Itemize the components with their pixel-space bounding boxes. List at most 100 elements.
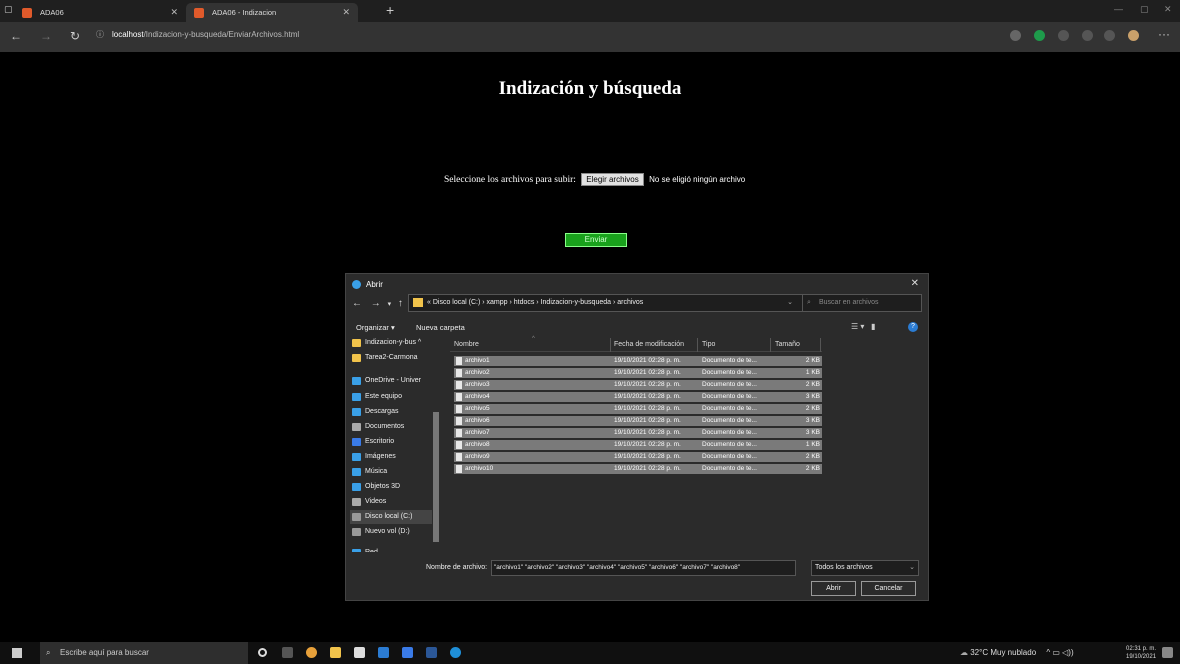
nav-item[interactable]: Documentos	[350, 420, 438, 434]
weather-icon[interactable]: ☁	[960, 648, 968, 657]
new-folder-button[interactable]: Nueva carpeta	[416, 323, 465, 332]
notifications-icon[interactable]	[1162, 647, 1173, 658]
chevron-down-icon: ⌄	[909, 564, 915, 571]
tab-ada06[interactable]: ADA06 ✕	[14, 3, 186, 22]
breadcrumb[interactable]: « Disco local (C:) › xampp › htdocs › In…	[408, 294, 816, 312]
nav-scrollbar[interactable]	[432, 336, 440, 552]
filetype-select[interactable]: Todos los archivos ⌄	[811, 560, 919, 576]
windows-start-icon[interactable]	[12, 648, 22, 658]
column-divider[interactable]	[820, 338, 821, 352]
cortana-icon[interactable]	[258, 648, 267, 657]
file-row[interactable]: archivo1 19/10/2021 02:28 p. m. Documento …	[454, 356, 822, 366]
nav-item-label: Videos	[365, 498, 387, 505]
refresh-icon[interactable]: ↻	[70, 29, 80, 43]
extension-icon[interactable]	[1034, 30, 1045, 41]
nav-item[interactable]: Videos	[350, 495, 438, 509]
tab-close-icon[interactable]: ✕	[342, 3, 350, 22]
file-type: Documento de te...	[702, 369, 757, 376]
column-divider[interactable]	[697, 338, 698, 352]
dialog-close-icon[interactable]: ✕	[911, 278, 919, 289]
nav-item[interactable]: Indizacion-y-bus ^	[350, 336, 438, 350]
new-tab-icon[interactable]: +	[360, 1, 394, 20]
no-file-text: No se eligió ningún archivo	[649, 175, 746, 184]
file-row[interactable]: archivo3 19/10/2021 02:28 p. m. Documento …	[454, 380, 822, 390]
nav-item[interactable]: Este equipo	[350, 390, 438, 404]
file-row[interactable]: archivo8 19/10/2021 02:28 p. m. Documento …	[454, 440, 822, 450]
avatar[interactable]	[1128, 30, 1139, 41]
mail-icon[interactable]	[402, 647, 413, 658]
up-icon[interactable]: ↑	[398, 298, 403, 309]
folder-icon	[413, 298, 423, 307]
chrome-icon[interactable]	[306, 647, 317, 658]
pictures-icon	[352, 453, 361, 461]
file-row[interactable]: archivo6 19/10/2021 02:28 p. m. Documento …	[454, 416, 822, 426]
back-icon[interactable]: ←	[352, 298, 362, 309]
scrollbar-thumb[interactable]	[433, 412, 439, 542]
tab-actions-icon[interactable]: ▢	[4, 4, 13, 15]
file-row[interactable]: archivo10 19/10/2021 02:28 p. m. Documento…	[454, 464, 822, 474]
vscode-icon[interactable]	[378, 647, 389, 658]
nav-item[interactable]: Nuevo vol (D:)	[350, 525, 438, 539]
close-window-icon[interactable]: ✕	[1164, 4, 1172, 15]
organize-button[interactable]: Organizar ▾	[356, 323, 395, 332]
nav-item[interactable]: Disco local (C:)	[350, 510, 438, 524]
column-date[interactable]: Fecha de modificación	[614, 341, 684, 348]
column-divider[interactable]	[610, 338, 611, 352]
forward-icon[interactable]: →	[371, 298, 381, 309]
back-icon[interactable]: ←	[10, 29, 22, 43]
filename-input[interactable]: "archivo1" "archivo2" "archivo3" "archiv…	[491, 560, 796, 576]
tab-close-icon[interactable]: ✕	[170, 3, 178, 22]
submit-button[interactable]: Enviar	[565, 233, 627, 247]
forward-icon[interactable]: →	[40, 29, 52, 43]
file-explorer-icon[interactable]	[330, 647, 341, 658]
store-icon[interactable]	[354, 647, 365, 658]
choose-files-button[interactable]: Elegir archivos	[581, 173, 644, 186]
column-type[interactable]: Tipo	[702, 341, 715, 348]
nav-item[interactable]: OneDrive - Univer	[350, 374, 438, 388]
tab-label: ADA06 - Indizacion	[212, 8, 277, 17]
task-view-icon[interactable]	[282, 647, 293, 658]
column-size[interactable]: Tamaño	[775, 341, 800, 348]
nav-item[interactable]: Red	[350, 546, 438, 552]
file-row[interactable]: archivo7 19/10/2021 02:28 p. m. Documento …	[454, 428, 822, 438]
text-file-icon	[456, 465, 462, 473]
help-icon[interactable]: ?	[908, 322, 918, 332]
file-row[interactable]: archivo5 19/10/2021 02:28 p. m. Documento …	[454, 404, 822, 414]
edge-icon[interactable]	[450, 647, 461, 658]
nav-item[interactable]: Escritorio	[350, 435, 438, 449]
file-row[interactable]: archivo9 19/10/2021 02:28 p. m. Documento …	[454, 452, 822, 462]
file-name: archivo7	[465, 429, 490, 436]
file-row[interactable]: archivo2 19/10/2021 02:28 p. m. Documento …	[454, 368, 822, 378]
tray-icons[interactable]: ^ ▭ ◁))	[1046, 648, 1073, 657]
nav-item[interactable]: Tarea2-Carmona	[350, 351, 438, 365]
nav-item[interactable]: Descargas	[350, 405, 438, 419]
nav-item[interactable]: Imágenes	[350, 450, 438, 464]
view-options-icon[interactable]: ☰ ▾ ▮	[851, 322, 875, 331]
text-file-icon	[456, 369, 462, 377]
extension-icon[interactable]	[1010, 30, 1021, 41]
file-row[interactable]: archivo4 19/10/2021 02:28 p. m. Documento …	[454, 392, 822, 402]
address-bar[interactable]: ⓘ localhost/Indizacion-y-busqueda/EnviarA…	[96, 29, 299, 40]
weather-text[interactable]: 32°C Muy nublado	[970, 648, 1036, 657]
more-icon[interactable]: ···	[1158, 27, 1170, 41]
nav-item[interactable]: Música	[350, 465, 438, 479]
nav-item[interactable]: Objetos 3D	[350, 480, 438, 494]
cancel-button[interactable]: Cancelar	[861, 581, 916, 596]
search-input[interactable]: ⌕ Buscar en archivos	[802, 294, 922, 312]
info-icon[interactable]: ⓘ	[96, 30, 104, 39]
chevron-down-icon[interactable]: ⌄	[787, 295, 793, 311]
extension-icon[interactable]	[1058, 30, 1069, 41]
clock[interactable]: 02:31 p. m. 19/10/2021	[1126, 645, 1156, 661]
minimize-icon[interactable]: —	[1114, 4, 1123, 14]
tab-ada06-indizacion[interactable]: ADA06 - Indizacion ✕	[186, 3, 358, 22]
taskbar-search-input[interactable]: ⌕ Escribe aquí para buscar	[40, 642, 248, 664]
file-date: 19/10/2021 02:28 p. m.	[614, 393, 681, 400]
word-icon[interactable]	[426, 647, 437, 658]
favorites-icon[interactable]	[1082, 30, 1093, 41]
chevron-down-icon[interactable]: ▾	[388, 301, 392, 308]
maximize-icon[interactable]: ▢	[1140, 4, 1149, 15]
collections-icon[interactable]	[1104, 30, 1115, 41]
column-divider[interactable]	[770, 338, 771, 352]
open-button[interactable]: Abrir	[811, 581, 856, 596]
column-name[interactable]: Nombre	[454, 341, 479, 348]
